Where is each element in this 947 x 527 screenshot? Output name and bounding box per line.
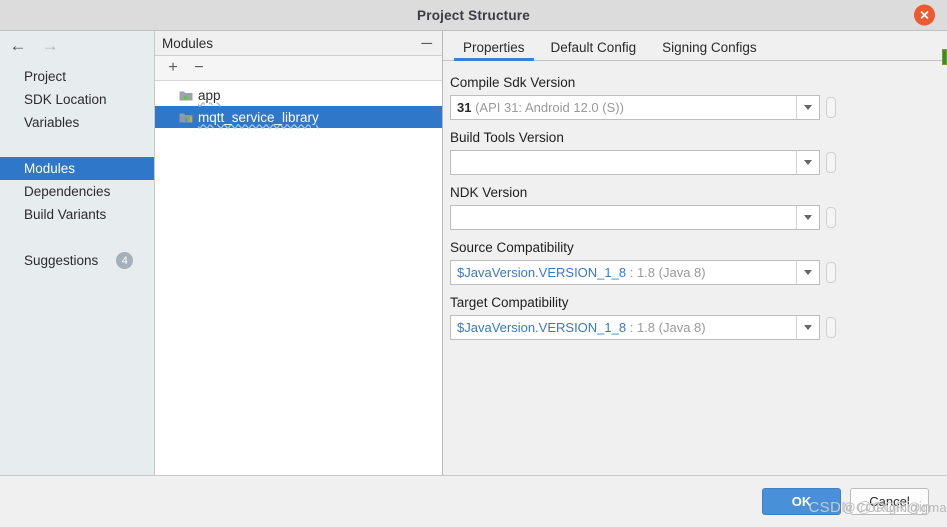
page-title: Project Structure [417, 7, 530, 23]
field-row [450, 150, 947, 175]
sidebar-item-dependencies[interactable]: Dependencies [0, 180, 154, 203]
chevron-down-icon[interactable] [796, 206, 819, 229]
dialog-footer: OK Cancel CSDN @CORigin @CORigin@gmail [0, 476, 947, 527]
source-compatibility-input[interactable]: $JavaVersion.VERSION_1_8 : 1.8 (Java 8) [450, 260, 820, 285]
field-label: Source Compatibility [450, 240, 574, 255]
modules-list: app mqtt_service_library [155, 81, 442, 475]
chevron-down-icon[interactable] [796, 316, 819, 339]
field-source-compatibility: Source Compatibility $JavaVersion.VERSIO… [450, 240, 947, 285]
sidebar: ← → Project SDK Location Variables Modul… [0, 31, 155, 475]
field-ndk-version: NDK Version [450, 185, 947, 230]
modules-panel-title: Modules [162, 35, 214, 51]
sidebar-item-label: Suggestions [24, 253, 99, 268]
combo-value-token: $JavaVersion.VERSION_1_8 [457, 265, 627, 280]
properties-pane: Properties Default Config Signing Config… [443, 31, 947, 475]
chevron-down-icon[interactable] [796, 96, 819, 119]
sidebar-item-project[interactable]: Project [0, 65, 154, 88]
remove-module-button[interactable]: − [189, 58, 209, 78]
sidebar-item-modules[interactable]: Modules [0, 157, 154, 180]
sidebar-divider-1 [0, 134, 154, 157]
tab-bar: Properties Default Config Signing Config… [443, 31, 947, 65]
project-structure-dialog: Project Structure ← → Project SDK Locati… [0, 0, 947, 527]
module-list-item-label: app [198, 87, 221, 103]
build-tools-version-variable-button[interactable] [826, 152, 836, 173]
target-compatibility-variable-button[interactable] [826, 317, 836, 338]
ok-button[interactable]: OK [762, 488, 841, 515]
combo-value: $JavaVersion.VERSION_1_8 : 1.8 (Java 8) [451, 265, 796, 280]
close-icon[interactable] [914, 4, 935, 26]
compile-sdk-version-input[interactable]: 31 (API 31: Android 12.0 (S)) [450, 95, 820, 120]
tab-label: Default Config [550, 39, 637, 55]
field-build-tools-version: Build Tools Version [450, 130, 947, 175]
arrow-left-icon[interactable]: ← [8, 36, 28, 54]
sidebar-navigation: ← → [0, 31, 154, 59]
build-tools-version-input[interactable] [450, 150, 820, 175]
sidebar-divider-2 [0, 226, 154, 249]
module-list-item-app[interactable]: app [155, 84, 442, 106]
inspection-marker-icon [942, 49, 947, 65]
combo-value-rest: : 1.8 (Java 8) [626, 265, 706, 280]
chevron-down-icon[interactable] [796, 261, 819, 284]
modules-panel: Modules ─ + − app mqtt_service_library [155, 31, 443, 475]
tab-signing-configs[interactable]: Signing Configs [649, 39, 770, 61]
field-label: Build Tools Version [450, 130, 564, 145]
combo-value-token: $JavaVersion.VERSION_1_8 [457, 320, 627, 335]
tab-properties[interactable]: Properties [450, 39, 538, 61]
sidebar-item-variables[interactable]: Variables [0, 111, 154, 134]
tab-default-config[interactable]: Default Config [538, 39, 650, 61]
field-row: 31 (API 31: Android 12.0 (S)) [450, 95, 947, 120]
sidebar-item-label: Variables [24, 115, 80, 130]
properties-form: Compile Sdk Version 31 (API 31: Android … [443, 61, 947, 475]
field-row [450, 205, 947, 230]
combo-value: 31 (API 31: Android 12.0 (S)) [451, 100, 796, 115]
field-compile-sdk-version: Compile Sdk Version 31 (API 31: Android … [450, 75, 947, 120]
ndk-version-input[interactable] [450, 205, 820, 230]
sidebar-item-build-variants[interactable]: Build Variants [0, 203, 154, 226]
field-row: $JavaVersion.VERSION_1_8 : 1.8 (Java 8) [450, 260, 947, 285]
combo-value: $JavaVersion.VERSION_1_8 : 1.8 (Java 8) [451, 320, 796, 335]
tab-label: Signing Configs [662, 39, 757, 55]
android-app-module-icon [179, 89, 193, 102]
sidebar-list: Project SDK Location Variables Modules D… [0, 59, 154, 272]
modules-toolbar: + − [155, 56, 442, 81]
modules-panel-header: Modules ─ [155, 31, 442, 56]
field-label: NDK Version [450, 185, 528, 200]
dialog-body: ← → Project SDK Location Variables Modul… [0, 31, 947, 476]
module-list-item-mqtt-service-library[interactable]: mqtt_service_library [155, 106, 442, 128]
field-target-compatibility: Target Compatibility $JavaVersion.VERSIO… [450, 295, 947, 340]
sidebar-item-label: Modules [24, 161, 76, 176]
field-label: Compile Sdk Version [450, 75, 576, 90]
sidebar-item-suggestions[interactable]: Suggestions 4 [0, 249, 154, 272]
compile-sdk-version-variable-button[interactable] [826, 97, 836, 118]
cancel-button[interactable]: Cancel [850, 488, 929, 515]
chevron-down-icon[interactable] [796, 151, 819, 174]
combo-value-rest: : 1.8 (Java 8) [626, 320, 706, 335]
target-compatibility-input[interactable]: $JavaVersion.VERSION_1_8 : 1.8 (Java 8) [450, 315, 820, 340]
add-module-button[interactable]: + [163, 58, 183, 78]
sidebar-item-sdk-location[interactable]: SDK Location [0, 88, 154, 111]
sidebar-item-label: Build Variants [24, 207, 107, 222]
combo-value-rest: (API 31: Android 12.0 (S)) [471, 100, 624, 115]
field-label: Target Compatibility [450, 295, 569, 310]
status-badge: 4 [116, 252, 134, 269]
title-bar: Project Structure [0, 0, 947, 31]
arrow-right-icon[interactable]: → [40, 36, 60, 54]
sidebar-item-label: Dependencies [24, 184, 111, 199]
module-list-item-label: mqtt_service_library [198, 109, 319, 125]
ndk-version-variable-button[interactable] [826, 207, 836, 228]
combo-value-token: 31 [457, 100, 472, 115]
sidebar-item-label: Project [24, 69, 67, 84]
source-compatibility-variable-button[interactable] [826, 262, 836, 283]
field-row: $JavaVersion.VERSION_1_8 : 1.8 (Java 8) [450, 315, 947, 340]
android-library-module-icon [179, 111, 193, 124]
sidebar-item-label: SDK Location [24, 92, 107, 107]
tab-label: Properties [463, 39, 525, 55]
collapse-icon[interactable]: ─ [419, 36, 434, 51]
